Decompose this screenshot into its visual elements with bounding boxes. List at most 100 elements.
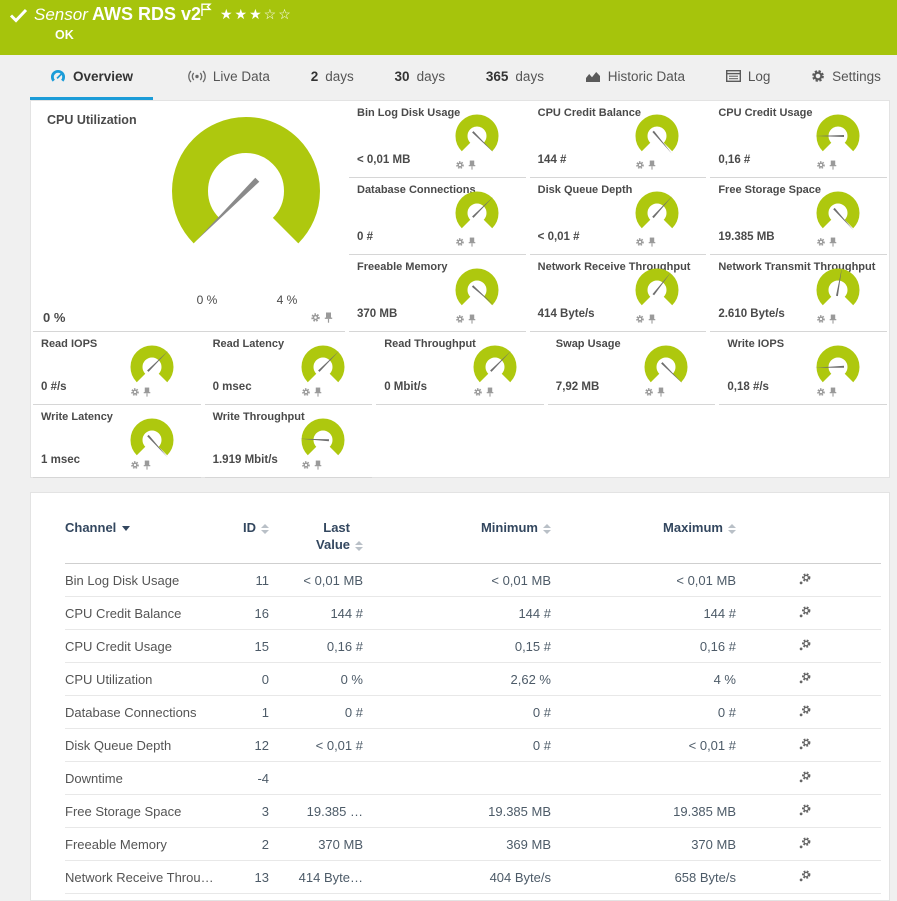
pin-icon[interactable] bbox=[324, 312, 333, 323]
pin-icon[interactable] bbox=[468, 314, 476, 324]
gauge-gear-icon[interactable] bbox=[455, 314, 465, 324]
edit-channel-gear-icon[interactable] bbox=[798, 770, 812, 784]
col-header-minimum[interactable]: Minimum bbox=[363, 519, 551, 564]
sort-arrows-icon bbox=[355, 541, 363, 551]
channel-gauge-cell[interactable]: Disk Queue Depth < 0,01 # bbox=[530, 178, 707, 255]
channel-gauge-cell[interactable]: Read Latency 0 msec bbox=[205, 332, 373, 405]
gauge-gear-icon[interactable] bbox=[301, 460, 311, 470]
pin-icon[interactable] bbox=[829, 237, 837, 247]
pin-icon[interactable] bbox=[314, 460, 322, 470]
tab-log[interactable]: Log bbox=[720, 55, 777, 100]
channel-gauge-cell[interactable]: Write Latency 1 msec bbox=[33, 405, 201, 478]
channel-name-link[interactable]: CPU Utilization bbox=[65, 663, 235, 696]
edit-channel-gear-icon[interactable] bbox=[798, 704, 812, 718]
gauge-gear-icon[interactable] bbox=[473, 387, 483, 397]
pin-icon[interactable] bbox=[468, 160, 476, 170]
channel-gauge-cell[interactable]: Write Throughput 1.919 Mbit/s bbox=[205, 405, 373, 478]
edit-channel-gear-icon[interactable] bbox=[798, 737, 812, 751]
gauge-gear-icon[interactable] bbox=[455, 160, 465, 170]
channel-name-link[interactable]: Disk Queue Depth bbox=[65, 729, 235, 762]
pin-icon[interactable] bbox=[468, 237, 476, 247]
gauge-gear-icon[interactable] bbox=[310, 312, 321, 323]
channel-name-link[interactable]: Database Connections bbox=[65, 696, 235, 729]
pin-icon[interactable] bbox=[648, 237, 656, 247]
pin-icon[interactable] bbox=[143, 460, 151, 470]
pin-icon[interactable] bbox=[143, 387, 151, 397]
tab-overview[interactable]: Overview bbox=[30, 55, 153, 100]
gauge-value: < 0,01 MB bbox=[357, 154, 410, 166]
flag-icon[interactable] bbox=[200, 3, 212, 17]
gauge-gear-icon[interactable] bbox=[130, 387, 140, 397]
channel-gauge-cell[interactable]: Freeable Memory 370 MB bbox=[349, 255, 526, 332]
edit-channel-gear-icon[interactable] bbox=[798, 869, 812, 883]
gauge-gear-icon[interactable] bbox=[816, 160, 826, 170]
gauge-gear-icon[interactable] bbox=[301, 387, 311, 397]
pin-icon[interactable] bbox=[486, 387, 494, 397]
channels-panel: Channel ID Last Value Minimum Maximum Bi… bbox=[30, 492, 890, 901]
edit-channel-gear-icon[interactable] bbox=[798, 836, 812, 850]
channel-gauge-cell[interactable]: Read Throughput 0 Mbit/s bbox=[376, 332, 544, 405]
channel-name-link[interactable]: CPU Credit Usage bbox=[65, 630, 235, 663]
channel-gauge-cell[interactable]: Network Receive Throughput 414 Byte/s bbox=[530, 255, 707, 332]
tab-365-days[interactable]: 365 days bbox=[480, 55, 550, 100]
col-header-maximum[interactable]: Maximum bbox=[551, 519, 736, 564]
pin-icon[interactable] bbox=[829, 314, 837, 324]
gauge-gear-icon[interactable] bbox=[455, 237, 465, 247]
channel-name-link[interactable]: Bin Log Disk Usage bbox=[65, 564, 235, 597]
channel-gauge-cell[interactable]: Bin Log Disk Usage < 0,01 MB bbox=[349, 101, 526, 178]
channel-name-link[interactable]: Freeable Memory bbox=[65, 828, 235, 861]
priority-stars[interactable]: ★★★☆☆ bbox=[220, 6, 293, 23]
gauge-title: CPU Credit Balance bbox=[538, 107, 641, 119]
edit-channel-gear-icon[interactable] bbox=[798, 605, 812, 619]
gauge-gear-icon[interactable] bbox=[635, 237, 645, 247]
col-header-channel[interactable]: Channel bbox=[65, 519, 235, 564]
channel-gauge-cell[interactable]: Swap Usage 7,92 MB bbox=[548, 332, 716, 405]
channel-last-value bbox=[269, 762, 363, 795]
edit-channel-gear-icon[interactable] bbox=[798, 671, 812, 685]
channel-name-link[interactable]: Network Receive Throu… bbox=[65, 861, 235, 894]
col-header-id[interactable]: ID bbox=[235, 519, 269, 564]
gauge-title: Free Storage Space bbox=[718, 184, 821, 196]
channel-id: -4 bbox=[235, 762, 269, 795]
gauge-gear-icon[interactable] bbox=[635, 160, 645, 170]
pin-icon[interactable] bbox=[648, 314, 656, 324]
tab-live-data[interactable]: Live Data bbox=[182, 55, 276, 100]
gauge-gear-icon[interactable] bbox=[130, 460, 140, 470]
tab-settings[interactable]: Settings bbox=[805, 55, 887, 100]
gauge-value: 0 # bbox=[357, 231, 373, 243]
col-header-last-value[interactable]: Last Value bbox=[269, 519, 363, 564]
channel-gauge-cell[interactable]: Network Transmit Throughput 2.610 Byte/s bbox=[710, 255, 887, 332]
gauge-gear-icon[interactable] bbox=[816, 314, 826, 324]
channel-gauge-cell[interactable]: Write IOPS 0,18 #/s bbox=[719, 332, 887, 405]
pin-icon[interactable] bbox=[657, 387, 665, 397]
channel-last-value: 0,16 # bbox=[269, 630, 363, 663]
gauge-gear-icon[interactable] bbox=[635, 314, 645, 324]
settings-gear-icon bbox=[811, 69, 825, 83]
pin-icon[interactable] bbox=[829, 387, 837, 397]
edit-channel-gear-icon[interactable] bbox=[798, 572, 812, 586]
pin-icon[interactable] bbox=[648, 160, 656, 170]
channel-gauge-cell[interactable]: Free Storage Space 19.385 MB bbox=[710, 178, 887, 255]
channel-name-link[interactable]: Free Storage Space bbox=[65, 795, 235, 828]
tab-2-days[interactable]: 2 days bbox=[305, 55, 360, 100]
log-icon bbox=[726, 70, 741, 82]
pin-icon[interactable] bbox=[314, 387, 322, 397]
channel-gauge-cell[interactable]: Read IOPS 0 #/s bbox=[33, 332, 201, 405]
channel-minimum: 19.385 MB bbox=[363, 795, 551, 828]
channel-name-link[interactable]: Downtime bbox=[65, 762, 235, 795]
gauge-gear-icon[interactable] bbox=[644, 387, 654, 397]
gauge-gear-icon[interactable] bbox=[816, 237, 826, 247]
channel-gauge-cell[interactable]: CPU Credit Balance 144 # bbox=[530, 101, 707, 178]
channel-gauge-cell[interactable]: CPU Credit Usage 0,16 # bbox=[710, 101, 887, 178]
channel-gauge-cell[interactable]: Database Connections 0 # bbox=[349, 178, 526, 255]
pin-icon[interactable] bbox=[829, 160, 837, 170]
table-row: Bin Log Disk Usage 11 < 0,01 MB < 0,01 M… bbox=[65, 564, 881, 597]
gauge-gear-icon[interactable] bbox=[816, 387, 826, 397]
main-gauge-cell[interactable]: CPU Utilization 0 % 4 % 0 % bbox=[33, 101, 345, 332]
gauge-dial bbox=[639, 343, 693, 393]
tab-historic-data[interactable]: Historic Data bbox=[579, 55, 691, 100]
edit-channel-gear-icon[interactable] bbox=[798, 638, 812, 652]
tab-30-days[interactable]: 30 days bbox=[389, 55, 452, 100]
edit-channel-gear-icon[interactable] bbox=[798, 803, 812, 817]
channel-name-link[interactable]: CPU Credit Balance bbox=[65, 597, 235, 630]
